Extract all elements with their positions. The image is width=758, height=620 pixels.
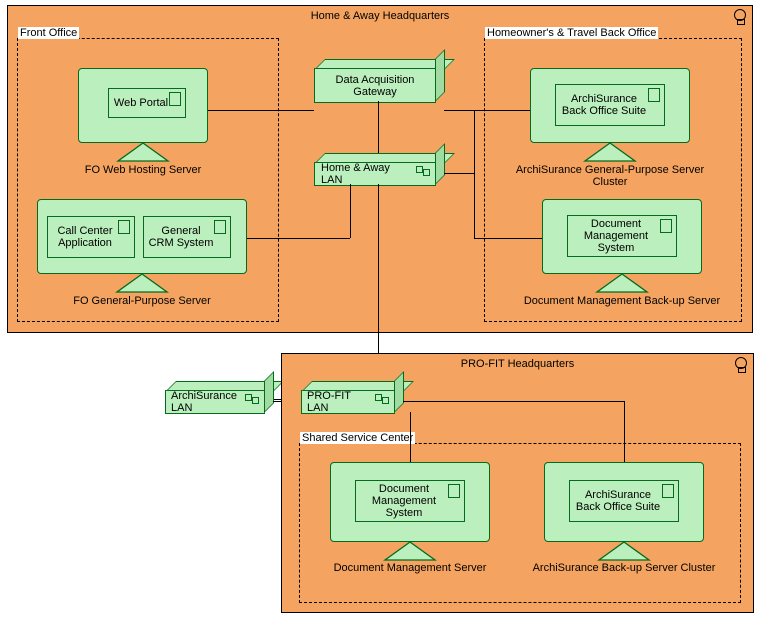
device-label: Document Management Back-up Server (522, 295, 722, 307)
network-icon (375, 394, 389, 404)
location-icon (732, 9, 746, 25)
connector (314, 238, 350, 239)
node-archisurance-lan: ArchiSurance LAN (165, 390, 265, 414)
connector (474, 110, 475, 173)
node-label: PRO-FIT LAN (307, 390, 374, 414)
device-fo-web-hosting-server: Web Portal FO Web Hosting Server (78, 68, 208, 180)
artifact-icon (214, 220, 226, 234)
location-title: Home & Away Headquarters (8, 10, 752, 22)
artifact-general-crm-system: General CRM System (143, 216, 231, 258)
connector (378, 101, 379, 153)
artifact-web-portal: Web Portal (108, 88, 186, 118)
network-icon (416, 166, 430, 176)
artifact-icon (118, 220, 130, 234)
artifact-archisurance-back-office-suite: ArchiSurance Back Office Suite (555, 84, 665, 126)
artifact-call-center-application: Call Center Application (47, 216, 135, 258)
device-label: FO Web Hosting Server (78, 164, 208, 176)
node-home-away-lan: Home & Away LAN (314, 162, 436, 186)
connector (403, 401, 624, 402)
artifact-document-management-system: Document Management System (567, 215, 677, 257)
artifact-label: Call Center Application (52, 225, 118, 249)
device-label: ArchiSurance Back-up Server Cluster (524, 562, 724, 574)
artifact-label: ArchiSurance Back Office Suite (574, 489, 662, 513)
device-doc-mgmt-backup-server: Document Management System Document Mana… (542, 199, 702, 311)
artifact-icon (660, 219, 672, 233)
artifact-label: ArchiSurance Back Office Suite (560, 93, 648, 117)
artifact-label: General CRM System (148, 225, 214, 249)
device-label: ArchiSurance General-Purpose Server Clus… (510, 164, 710, 188)
node-profit-lan: PRO-FIT LAN (301, 390, 395, 414)
device-document-management-server: Document Management System Document Mana… (320, 462, 500, 592)
artifact-icon (662, 484, 674, 498)
connector (474, 173, 475, 238)
diagram-canvas: Home & Away Headquarters Front Office Ho… (0, 0, 758, 620)
artifact-label: Document Management System (572, 218, 660, 254)
device-archisurance-gp-cluster: ArchiSurance Back Office Suite ArchiSura… (530, 68, 690, 180)
artifact-icon (169, 92, 181, 106)
node-label: ArchiSurance LAN (171, 390, 244, 414)
artifact-archisurance-back-office-suite-2: ArchiSurance Back Office Suite (569, 480, 679, 522)
group-label: Homeowner's & Travel Back Office (485, 27, 658, 39)
group-label: Shared Service Center (300, 432, 415, 444)
device-fo-general-purpose-server: Call Center Application General CRM Syst… (37, 199, 247, 311)
artifact-document-management-system-2: Document Management System (355, 480, 465, 522)
device-label: FO General-Purpose Server (37, 295, 247, 307)
connector (247, 238, 314, 239)
device-archisurance-backup-cluster: ArchiSurance Back Office Suite ArchiSura… (524, 462, 724, 592)
group-label: Front Office (18, 27, 79, 39)
artifact-label: Document Management System (360, 483, 448, 519)
artifact-icon (448, 484, 460, 498)
connector (474, 238, 542, 239)
location-icon (733, 357, 747, 373)
node-label: Home & Away LAN (321, 162, 413, 186)
connector (410, 412, 411, 462)
artifact-icon (648, 88, 660, 102)
network-icon (245, 394, 259, 404)
node-data-acquisition-gateway: Data Acquisition Gateway (314, 68, 436, 103)
connector (444, 110, 530, 111)
device-label: Document Management Server (320, 562, 500, 574)
connector (624, 401, 625, 462)
artifact-label: Web Portal (113, 97, 169, 109)
node-label: Data Acquisition Gateway (319, 74, 431, 98)
location-title: PRO-FIT Headquarters (282, 358, 753, 370)
connector (208, 110, 314, 111)
connector (350, 184, 351, 238)
connector (444, 173, 475, 174)
